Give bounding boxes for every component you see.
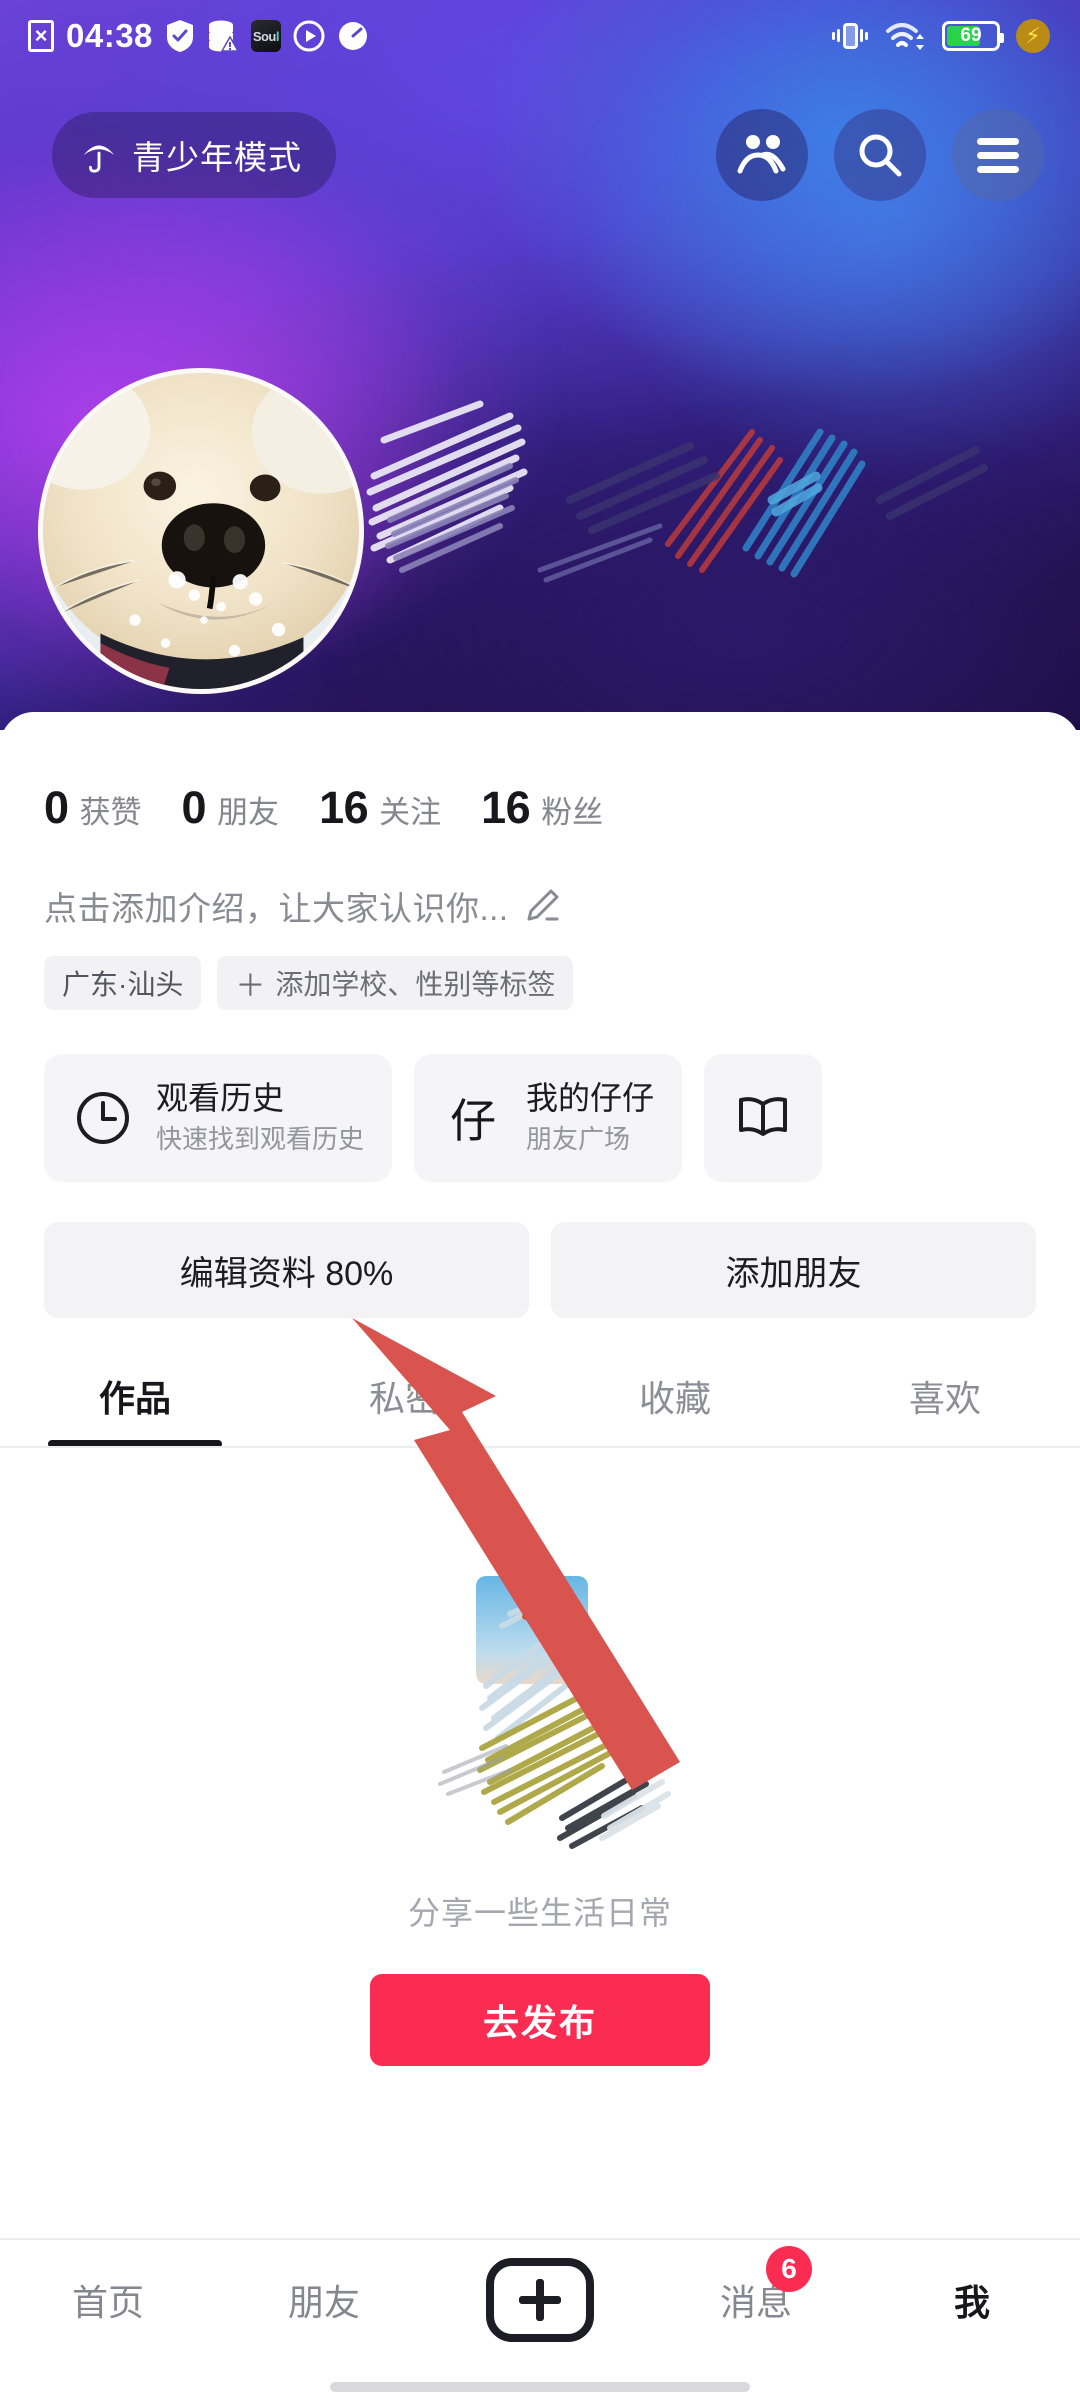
avatar[interactable] — [38, 368, 364, 694]
status-clock: 04:38 — [66, 17, 153, 54]
card-text: 观看历史 快速找到观看历史 — [156, 1078, 364, 1157]
nav-item-me[interactable]: 我 — [864, 2240, 1080, 2360]
nav-label: 我 — [953, 2282, 990, 2323]
teen-mode-label: 青少年模式 — [132, 139, 302, 176]
book-icon — [732, 1087, 794, 1149]
stat-followers[interactable]: 16 粉丝 — [481, 782, 603, 834]
stat-value: 16 — [481, 782, 531, 833]
tag-add-label: 添加学校、性别等标签 — [275, 969, 556, 1000]
stat-label: 关注 — [379, 795, 442, 830]
stat-value: 16 — [319, 782, 369, 833]
tag-row: 广东·汕头 ＋ 添加学校、性别等标签 — [0, 930, 1080, 1010]
stat-label: 朋友 — [217, 795, 280, 830]
bottom-navigation: 首页 朋友 消息 6 我 — [0, 2238, 1080, 2408]
tab-works[interactable]: 作品 — [0, 1370, 270, 1448]
friends-icon[interactable] — [716, 109, 808, 201]
header-icon-group — [716, 109, 1044, 201]
stats-row: 0 获赞 0 朋友 16 关注 16 粉丝 — [0, 712, 1080, 834]
wifi-icon — [884, 20, 926, 52]
stat-friends[interactable]: 0 朋友 — [182, 782, 280, 834]
card-subtitle: 朋友广场 — [526, 1124, 631, 1155]
stat-label: 获赞 — [79, 795, 142, 830]
empty-state-caption: 分享一些生活日常 — [407, 1895, 672, 1931]
nav-label: 首页 — [71, 2282, 144, 2323]
card-title: 观看历史 — [156, 1080, 285, 1117]
status-bar-right: 69 ⚡ — [832, 19, 1050, 53]
add-friend-button[interactable]: 添加朋友 — [551, 1222, 1036, 1318]
tab-divider — [0, 1446, 1080, 1448]
message-badge: 6 — [766, 2246, 812, 2292]
no-sim-icon — [28, 20, 54, 52]
profile-screen: 04:38 Soul — [0, 0, 1080, 2408]
empty-state-illustration — [390, 1566, 690, 1866]
profile-header: 青少年模式 — [0, 100, 1080, 210]
tag-location[interactable]: 广东·汕头 — [44, 956, 202, 1010]
status-bar-left: 04:38 Soul — [28, 17, 369, 55]
action-button-row: 编辑资料 80% 添加朋友 — [0, 1182, 1080, 1318]
plus-icon: ＋ — [235, 970, 266, 1003]
nav-item-friends[interactable]: 朋友 — [216, 2240, 432, 2360]
pencil-icon[interactable] — [523, 887, 561, 925]
tab-likes[interactable]: 喜欢 — [810, 1370, 1080, 1448]
avatar-image — [43, 373, 359, 689]
profile-sheet: 0 获赞 0 朋友 16 关注 16 粉丝 点击添加介绍，让大家认识你... 广… — [0, 712, 1080, 2408]
zaizai-icon: 仔 — [450, 1095, 497, 1147]
hamburger-menu-icon[interactable] — [952, 109, 1044, 201]
stat-following[interactable]: 16 关注 — [319, 782, 441, 834]
card-third-partial[interactable] — [704, 1054, 823, 1182]
edit-profile-button[interactable]: 编辑资料 80% — [44, 1222, 529, 1318]
play-circle-icon — [293, 20, 325, 52]
teen-mode-button[interactable]: 青少年模式 — [52, 112, 336, 198]
nav-item-home[interactable]: 首页 — [0, 2240, 216, 2360]
tag-add-button[interactable]: ＋ 添加学校、性别等标签 — [217, 956, 574, 1010]
stat-value: 0 — [181, 782, 207, 833]
content-tabs: 作品 私密 收藏 喜欢 — [0, 1318, 1080, 1448]
card-my-zaizai[interactable]: 仔 我的仔仔 朋友广场 — [414, 1054, 683, 1182]
empty-state: 分享一些生活日常 去发布 — [0, 1448, 1080, 2066]
tab-private[interactable]: 私密 — [270, 1370, 540, 1448]
card-title: 我的仔仔 — [526, 1080, 655, 1117]
speedometer-icon — [337, 20, 369, 52]
username-redaction-scribble — [366, 400, 988, 583]
card-watch-history[interactable]: 观看历史 快速找到观看历史 — [44, 1054, 393, 1182]
nav-item-messages[interactable]: 消息 6 — [648, 2240, 864, 2360]
database-warning-icon — [207, 19, 239, 53]
tab-favorites[interactable]: 收藏 — [540, 1370, 810, 1448]
battery-percent: 69 — [960, 25, 982, 46]
status-bar: 04:38 Soul — [0, 0, 1080, 72]
card-text: 我的仔仔 朋友广场 — [526, 1078, 654, 1157]
battery-icon: 69 — [942, 21, 1004, 51]
fast-charge-icon: ⚡ — [1016, 19, 1050, 53]
stat-label: 粉丝 — [541, 795, 604, 830]
umbrella-icon — [83, 145, 115, 173]
shortcut-card-row: 观看历史 快速找到观看历史 仔 我的仔仔 朋友广场 — [0, 1010, 1080, 1182]
clock-icon — [72, 1087, 134, 1149]
stat-likes[interactable]: 0 获赞 — [44, 782, 142, 834]
soul-app-icon: Sou l — [250, 20, 281, 52]
home-indicator — [330, 2382, 750, 2392]
shield-check-icon — [165, 19, 195, 53]
nav-item-create[interactable] — [432, 2240, 648, 2360]
vibrate-icon — [832, 21, 868, 51]
stat-value: 0 — [44, 782, 69, 833]
search-icon[interactable] — [834, 109, 926, 201]
bio-placeholder: 点击添加介绍，让大家认识你... — [44, 890, 509, 927]
publish-button[interactable]: 去发布 — [370, 1974, 710, 2066]
nav-label: 朋友 — [287, 2282, 360, 2323]
plus-box-icon[interactable] — [486, 2258, 594, 2342]
bio-row[interactable]: 点击添加介绍，让大家认识你... — [0, 834, 1080, 930]
card-subtitle: 快速找到观看历史 — [156, 1124, 365, 1155]
